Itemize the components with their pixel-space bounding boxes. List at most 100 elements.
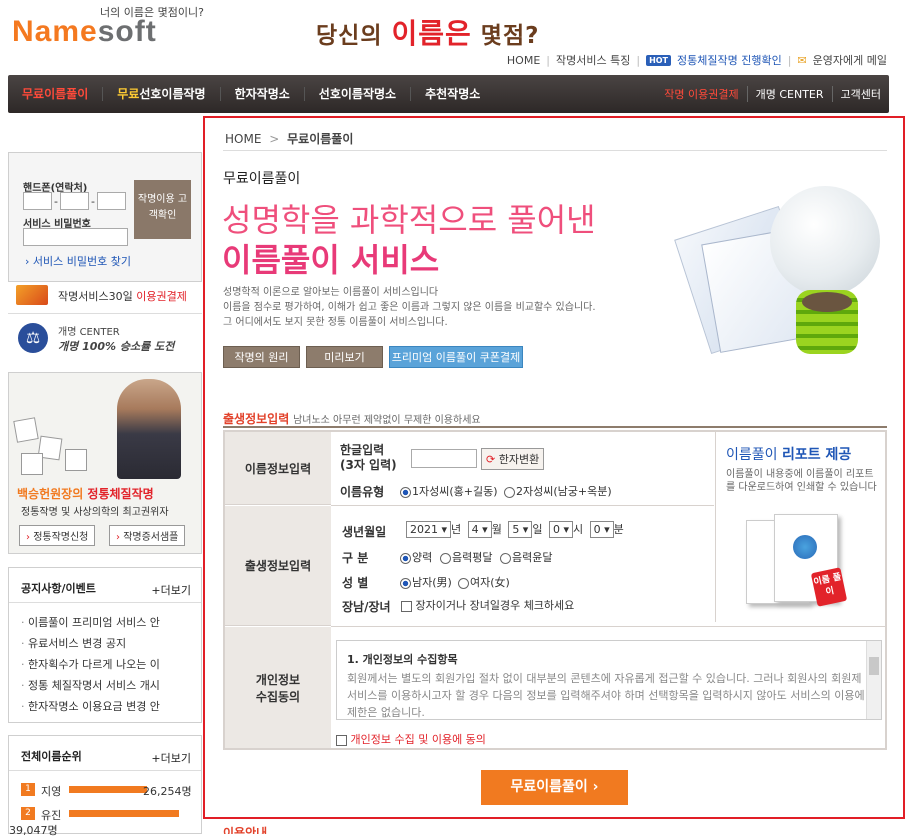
calendar-label: 구 분 bbox=[342, 551, 369, 565]
namesoft-logo[interactable]: Namesoft bbox=[12, 14, 157, 50]
nav-preferred-naming[interactable]: 무료선호이름작명 bbox=[103, 87, 221, 101]
phone-field-2[interactable] bbox=[60, 192, 89, 210]
nav-payment[interactable]: 작명 이용권결제 bbox=[656, 86, 746, 102]
page-title: 무료이름풀이 bbox=[223, 171, 301, 187]
report-panel: 이름풀이 리포트 제공 이름풀이 내용중에 이름풀이 리포트를 다운로드하여 인… bbox=[715, 432, 885, 622]
logo-name: Name bbox=[12, 15, 98, 48]
director-photo bbox=[117, 379, 181, 479]
side-banners: 작명서비스30일 이용권결제 ⚖ 개명 CENTER 개명 100% 승소률 도… bbox=[8, 283, 202, 373]
terms-title: 1. 개인정보의 수집항목 bbox=[347, 653, 458, 666]
calendar-radio-lunar[interactable]: 음력평달 bbox=[440, 549, 492, 565]
notice-item[interactable]: 이름풀이 프리미엄 서비스 안 bbox=[21, 614, 197, 630]
phone-field-1[interactable] bbox=[23, 192, 52, 210]
name-type-radio-2[interactable]: 2자성씨(남궁+옥분) bbox=[504, 483, 612, 499]
certificate-sample-button[interactable]: › 작명증서샘플 bbox=[109, 525, 186, 546]
minute-select[interactable]: 0 ▾ bbox=[589, 521, 614, 538]
rank-bar bbox=[69, 786, 147, 793]
rank-title: 전체이름순위 bbox=[21, 750, 82, 763]
nav-rename-center[interactable]: 개명 CENTER bbox=[746, 86, 832, 102]
birth-label: 생년월일 bbox=[342, 525, 387, 539]
calendar-radio-leap[interactable]: 음력윤달 bbox=[500, 549, 552, 565]
hot-badge: HOT bbox=[646, 54, 672, 66]
find-password-link[interactable]: › 서비스 비밀번호 찾기 bbox=[25, 253, 131, 269]
nav-preferred-office[interactable]: 선호이름작명소 bbox=[305, 87, 412, 101]
nav-hanja[interactable]: 한자작명소 bbox=[221, 87, 305, 101]
rank-badge: 2 bbox=[21, 807, 35, 820]
hour-select[interactable]: 0 ▾ bbox=[548, 521, 573, 538]
nav-recommended[interactable]: 추천작명소 bbox=[411, 87, 494, 101]
notice-item[interactable]: 정통 체질작명서 서비스 개시 bbox=[21, 677, 197, 693]
eldest-checkbox[interactable]: 장자이거나 장녀일경우 체크하세요 bbox=[401, 597, 574, 613]
login-button[interactable]: 작명이용 고객확인 bbox=[134, 180, 191, 239]
privacy-section-label: 개인정보 수집동의 bbox=[225, 627, 331, 748]
coupon-payment-button[interactable]: 프리미엄 이름풀이 쿠폰결제 bbox=[389, 346, 523, 368]
hot-link[interactable]: 정통체질작명 진행확인 bbox=[677, 52, 782, 68]
notice-more-link[interactable]: +더보기 bbox=[151, 582, 191, 598]
agree-checkbox[interactable]: 개인정보 수집 및 이용에 동의 bbox=[336, 731, 486, 747]
notice-item[interactable]: 한자획수가 다르게 나오는 이 bbox=[21, 656, 197, 672]
month-select[interactable]: 4 ▾ bbox=[467, 521, 492, 538]
hero-line-1: 성명학을 과학적으로 풀어낸 bbox=[222, 201, 596, 239]
pro-apply-button[interactable]: › 정통작명신청 bbox=[19, 525, 96, 546]
slogan-post: 몇점? bbox=[471, 23, 540, 49]
calendar-radio-solar[interactable]: 양력 bbox=[400, 549, 432, 565]
notice-title: 공지사항/이벤트 bbox=[21, 582, 96, 595]
rank-more-link[interactable]: +더보기 bbox=[151, 750, 191, 766]
name-type-radio-1[interactable]: 1자성씨(홍+길동) bbox=[400, 483, 498, 499]
breadcrumb: HOME > 무료이름풀이 bbox=[225, 130, 353, 147]
main-nav: 무료이름풀이 무료선호이름작명 한자작명소 선호이름작명소 추천작명소 작명 이… bbox=[8, 75, 889, 113]
hero-title: 성명학을 과학적으로 풀어낸 이름풀이 서비스 bbox=[222, 200, 596, 280]
slogan: 당신의 이름은 몇점? bbox=[316, 12, 539, 52]
year-select[interactable]: 2021 ▾ bbox=[406, 521, 452, 538]
payment-banner[interactable]: 작명서비스30일 이용권결제 bbox=[58, 288, 187, 304]
rank-count: 39,047명 bbox=[9, 824, 58, 837]
home-link[interactable]: HOME bbox=[507, 54, 540, 67]
sex-label: 성 별 bbox=[342, 576, 369, 590]
name-section-label: 이름정보입력 bbox=[225, 432, 331, 505]
sex-radio-male[interactable]: 남자(男) bbox=[400, 574, 452, 590]
rank-name[interactable]: 지영 bbox=[41, 783, 61, 799]
mail-link[interactable]: 운영자에게 메일 bbox=[813, 52, 887, 68]
dice-icon bbox=[13, 409, 95, 481]
submit-button[interactable]: 무료이름풀이 › bbox=[481, 770, 628, 805]
breadcrumb-home[interactable]: HOME bbox=[225, 132, 261, 146]
hanja-convert-button[interactable]: ⟳ 한자변환 bbox=[481, 448, 545, 470]
day-select[interactable]: 5 ▾ bbox=[508, 521, 533, 538]
hero-line-2: 이름풀이 서비스 bbox=[222, 241, 440, 279]
terms-scrollbar[interactable] bbox=[866, 641, 881, 719]
breadcrumb-current: 무료이름풀이 bbox=[287, 132, 354, 146]
scale-icon: ⚖ bbox=[18, 323, 48, 353]
principle-button[interactable]: 작명의 원리 bbox=[223, 346, 300, 368]
breadcrumb-separator: > bbox=[269, 132, 280, 146]
nav-free-naming[interactable]: 무료이름풀이 bbox=[8, 87, 104, 101]
form-title: 출생정보입력 남녀노소 아무런 제약없이 무제한 이용하세요 bbox=[223, 412, 481, 426]
notice-list: 이름풀이 프리미엄 서비스 안 유료서비스 변경 공지 한자획수가 다르게 나오… bbox=[21, 614, 197, 719]
radio-icon bbox=[504, 486, 515, 498]
privacy-terms-box[interactable]: 1. 개인정보의 수집항목 회원께서는 별도의 회원가입 절차 없이 대부분의 … bbox=[336, 640, 882, 720]
notice-item[interactable]: 한자작명소 이용요금 변경 안 bbox=[21, 698, 197, 714]
nav-customer-center[interactable]: 고객센터 bbox=[831, 86, 889, 102]
terms-text: 회원께서는 별도의 회원가입 절차 없이 대부분의 콘텐츠에 자유롭게 접근할 … bbox=[347, 672, 865, 719]
report-badge: 이름 풀이 bbox=[810, 567, 848, 607]
slogan-pre: 당신의 bbox=[316, 23, 392, 49]
rename-slogan: 개명 100% 승소률 도전 bbox=[58, 340, 175, 353]
rank-box: 전체이름순위 +더보기 1 지영 26,254명 2 유진 39,047명 bbox=[8, 735, 202, 837]
hangul-name-input[interactable] bbox=[411, 449, 477, 468]
card-icon bbox=[16, 285, 48, 305]
rename-title[interactable]: 개명 CENTER bbox=[58, 323, 120, 338]
top-links: HOME | 작명서비스 특징 | HOT 정통체질작명 진행확인 | ✉ 운영자에게… bbox=[506, 52, 887, 68]
preview-button[interactable]: 미리보기 bbox=[306, 346, 383, 368]
sex-radio-female[interactable]: 여자(女) bbox=[458, 574, 510, 590]
notice-item[interactable]: 유료서비스 변경 공지 bbox=[21, 635, 197, 651]
report-title: 이름풀이 리포트 제공 bbox=[726, 447, 852, 463]
hero-description: 성명학적 이론으로 알아보는 이름풀이 서비스입니다 이름을 점수로 평가하여,… bbox=[223, 287, 596, 328]
login-box: 핸드폰(연락처) - - 서비스 비밀번호 작명이용 고객확인 › 서비스 비밀… bbox=[8, 152, 202, 282]
report-desc: 이름풀이 내용중에 이름풀이 리포트를 다운로드하여 인쇄할 수 있습니다 bbox=[726, 469, 877, 493]
notice-box: 공지사항/이벤트 +더보기 이름풀이 프리미엄 서비스 안 유료서비스 변경 공… bbox=[8, 567, 202, 723]
phone-field-3[interactable] bbox=[97, 192, 126, 210]
features-link[interactable]: 작명서비스 특징 bbox=[556, 52, 630, 68]
eldest-label: 장남/장녀 bbox=[342, 600, 391, 614]
password-field[interactable] bbox=[23, 228, 128, 246]
rank-name[interactable]: 유진 bbox=[41, 807, 61, 823]
slogan-red: 이름은 bbox=[391, 17, 472, 50]
